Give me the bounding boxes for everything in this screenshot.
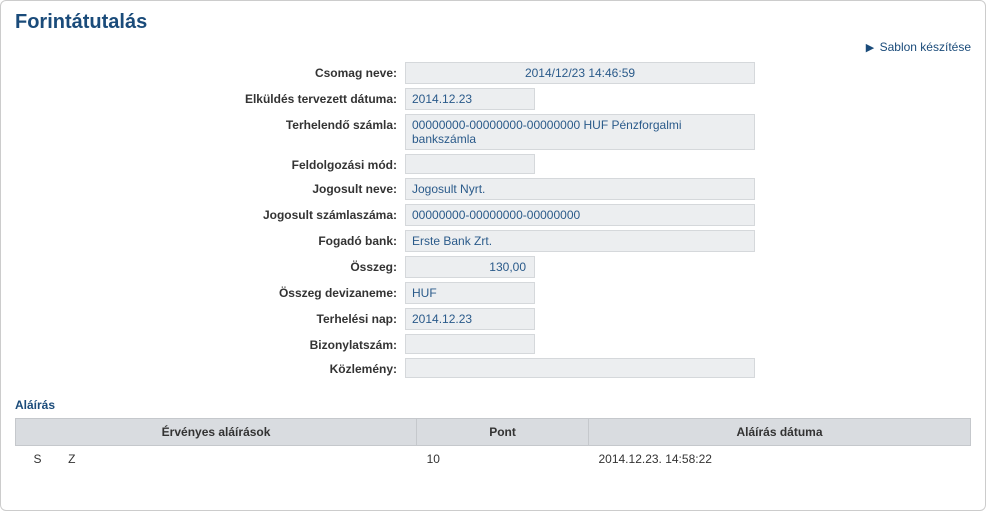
sig-header-name: Érvényes aláírások	[16, 419, 417, 446]
label-osszeg: Összeg:	[15, 256, 405, 274]
label-bizonylat: Bizonylatszám:	[15, 334, 405, 352]
value-elkuldes: 2014.12.23	[405, 88, 535, 110]
value-osszeg: 130,00	[405, 256, 535, 278]
value-feldolgozas	[405, 154, 535, 174]
value-jogosult-szam: 00000000-00000000-00000000	[405, 204, 755, 226]
sig-cell-pont: 10	[417, 446, 589, 473]
value-devizanem: HUF	[405, 282, 535, 304]
sig-header-datum: Aláírás dátuma	[588, 419, 970, 446]
value-bizonylat	[405, 334, 535, 354]
value-csomag-neve: 2014/12/23 14:46:59	[405, 62, 755, 84]
label-jogosult-neve: Jogosult neve:	[15, 178, 405, 196]
label-kozlemeny: Közlemény:	[15, 358, 405, 376]
create-template-link[interactable]: Sablon készítése	[880, 40, 971, 54]
label-elkuldes: Elküldés tervezett dátuma:	[15, 88, 405, 106]
label-terhelesi: Terhelési nap:	[15, 308, 405, 326]
sig-cell-name: S Z	[16, 446, 417, 473]
label-jogosult-szam: Jogosult számlaszáma:	[15, 204, 405, 222]
label-csomag-neve: Csomag neve:	[15, 62, 405, 80]
label-fogado-bank: Fogadó bank:	[15, 230, 405, 248]
page-title: Forintátutalás	[15, 11, 971, 34]
label-terhelendo: Terhelendő számla:	[15, 114, 405, 132]
value-kozlemeny	[405, 358, 755, 378]
arrow-right-icon: ▶	[866, 42, 874, 54]
form-area: Csomag neve: 2014/12/23 14:46:59 Elküldé…	[15, 62, 971, 378]
label-feldolgozas: Feldolgozási mód:	[15, 154, 405, 172]
table-row: S Z 10 2014.12.23. 14:58:22	[16, 446, 971, 473]
label-devizanem: Összeg devizaneme:	[15, 282, 405, 300]
value-jogosult-neve: Jogosult Nyrt.	[405, 178, 755, 200]
signature-table: Érvényes aláírások Pont Aláírás dátuma S…	[15, 418, 971, 472]
value-terhelesi: 2014.12.23	[405, 308, 535, 330]
sig-cell-datum: 2014.12.23. 14:58:22	[588, 446, 970, 473]
signature-section-title: Aláírás	[15, 398, 971, 412]
value-terhelendo: 00000000-00000000-00000000 HUF Pénzforga…	[405, 114, 755, 150]
top-action-bar: ▶ Sablon készítése	[15, 40, 971, 54]
sig-header-pont: Pont	[417, 419, 589, 446]
value-fogado-bank: Erste Bank Zrt.	[405, 230, 755, 252]
